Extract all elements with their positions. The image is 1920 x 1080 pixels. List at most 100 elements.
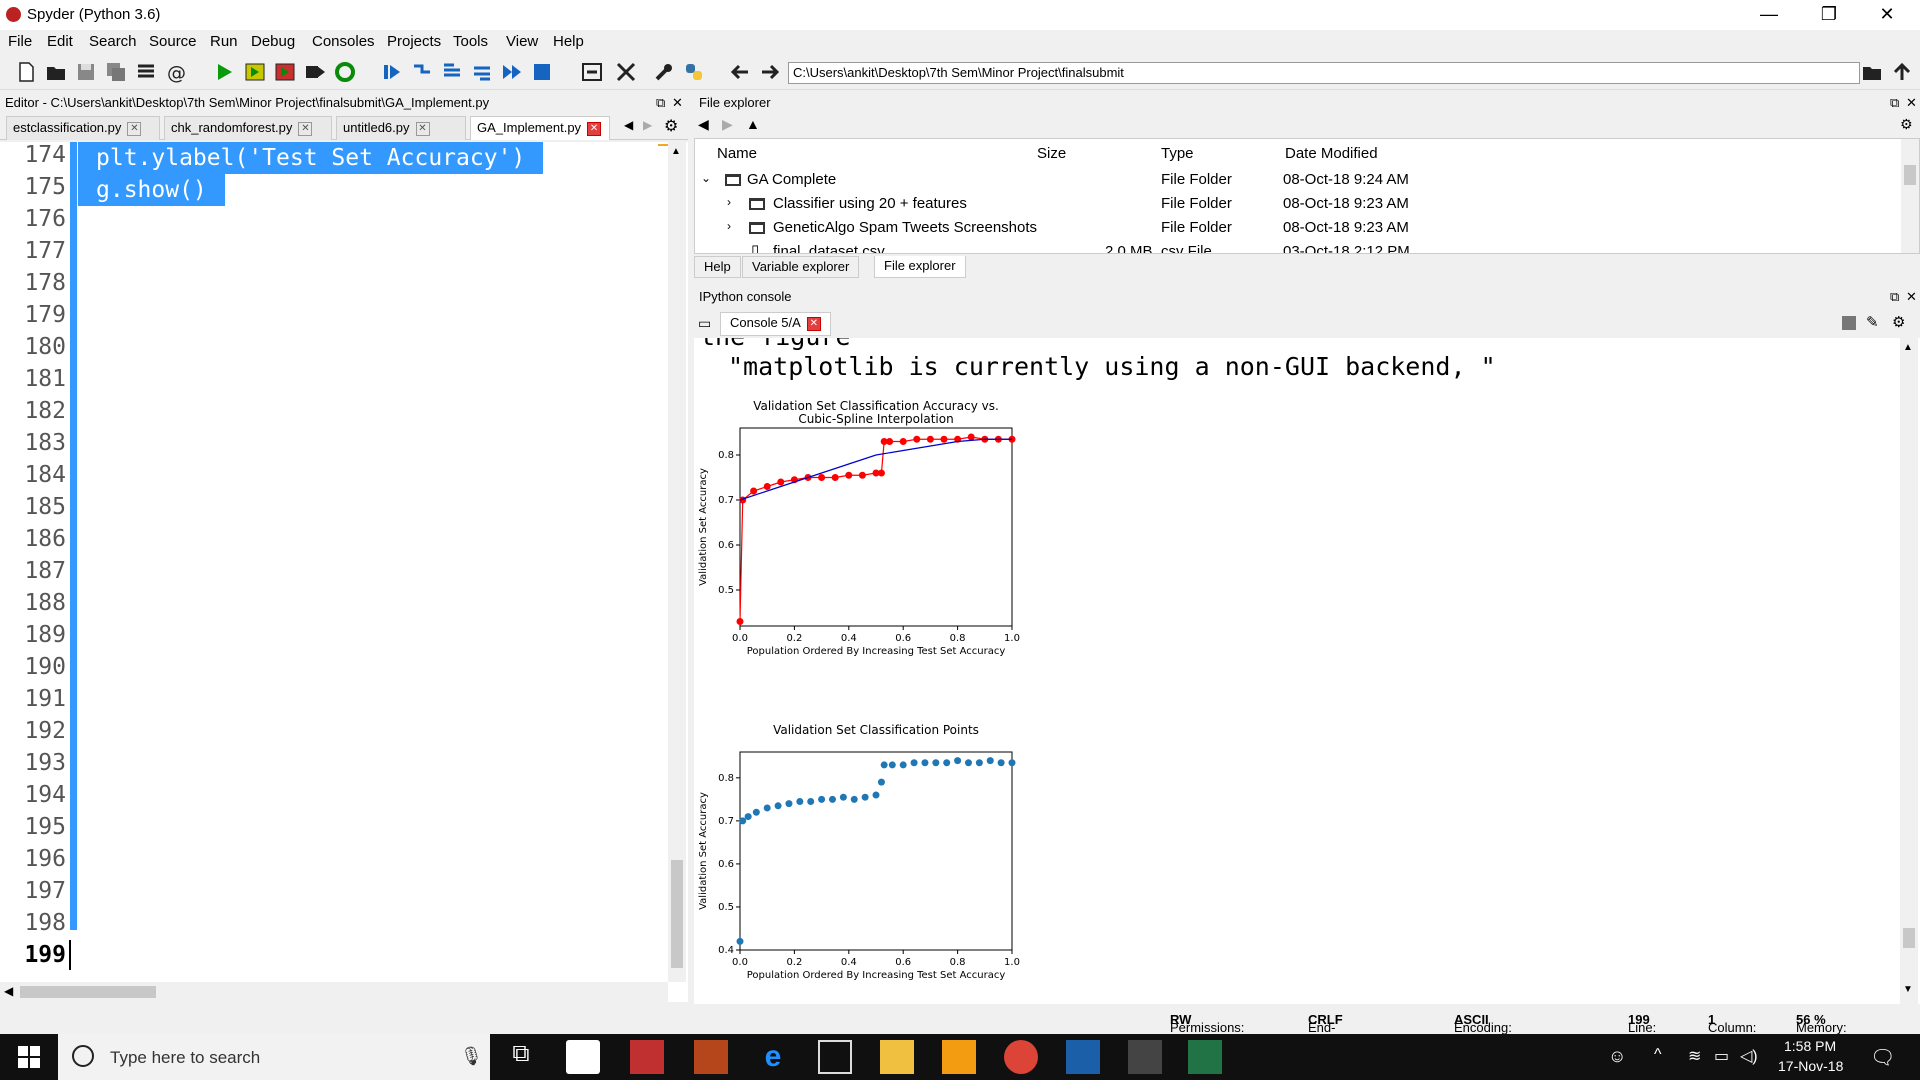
new-console-icon[interactable]: ▭	[698, 315, 711, 332]
windows-start-icon[interactable]	[18, 1046, 40, 1068]
chevron-up-icon[interactable]: ^	[1654, 1046, 1662, 1064]
working-directory-input[interactable]: C:\Users\ankit\Desktop\7th Sem\Minor Pro…	[788, 62, 1860, 84]
python-path-icon[interactable]	[682, 60, 706, 84]
open-folder-icon[interactable]	[44, 60, 68, 84]
wifi-icon[interactable]: ≋	[1688, 1046, 1701, 1066]
chevron-down-icon[interactable]: ⌄	[701, 171, 711, 185]
run-selection-icon[interactable]	[303, 60, 327, 84]
menu-consoles[interactable]: Consoles	[312, 33, 375, 50]
code-line[interactable]: g.show()	[78, 174, 225, 206]
excel-icon[interactable]	[1188, 1040, 1222, 1074]
options-gear-icon[interactable]: ⚙	[1900, 116, 1913, 133]
close-pane-icon[interactable]: ✕	[672, 95, 683, 111]
column-header-date[interactable]: Date Modified	[1285, 145, 1378, 162]
new-file-icon[interactable]	[14, 60, 38, 84]
stop-console-icon[interactable]	[1842, 316, 1856, 330]
battery-icon[interactable]: ▭	[1714, 1046, 1729, 1066]
forward-arrow-icon[interactable]	[758, 60, 782, 84]
column-header-type[interactable]: Type	[1161, 145, 1194, 162]
close-tab-icon[interactable]: ✕	[127, 121, 142, 136]
close-tab-icon[interactable]: ✕	[415, 121, 430, 136]
column-header-size[interactable]: Size	[1037, 145, 1066, 162]
tab-estclassification[interactable]: estclassification.py ✕	[6, 116, 160, 140]
spyder-taskbar-icon[interactable]	[1128, 1040, 1162, 1074]
microphone-icon[interactable]: 🎙	[460, 1046, 483, 1067]
menu-tools[interactable]: Tools	[453, 33, 488, 50]
app-icon[interactable]	[694, 1040, 728, 1074]
at-sign-icon[interactable]: @	[164, 60, 188, 84]
console-output[interactable]: the figure "matplotlib is currently usin…	[694, 338, 1920, 1004]
scrollbar-thumb[interactable]	[20, 986, 156, 998]
clear-console-icon[interactable]: ✎	[1866, 313, 1879, 331]
menu-projects[interactable]: Projects	[387, 33, 441, 50]
tab-console[interactable]: Console 5/A ✕	[720, 312, 831, 336]
back-icon[interactable]: ◀	[698, 116, 709, 133]
editor-horizontal-scrollbar[interactable]: ◀	[0, 982, 668, 1002]
scrollbar-thumb[interactable]	[1904, 165, 1916, 185]
tab-variable-explorer[interactable]: Variable explorer	[742, 256, 860, 278]
close-tab-icon[interactable]: ✕	[806, 316, 821, 331]
menu-help[interactable]: Help	[553, 33, 584, 50]
clock-time[interactable]: 1:58 PM	[1784, 1038, 1836, 1054]
options-gear-icon[interactable]: ⚙	[1892, 313, 1905, 331]
maximize-button[interactable]: ❐	[1800, 0, 1858, 30]
fullscreen-icon[interactable]	[614, 60, 638, 84]
scrollbar-thumb[interactable]	[1903, 928, 1915, 948]
tab-scroll-right-icon[interactable]: ▶	[643, 118, 652, 132]
save-icon[interactable]	[74, 60, 98, 84]
clock-date[interactable]: 17-Nov-18	[1778, 1058, 1843, 1074]
taskbar-search[interactable]: Type here to search 🎙	[58, 1034, 490, 1080]
rerun-icon[interactable]	[333, 60, 357, 84]
file-row[interactable]: ▯ final_dataset.csv 2.0 MB csv File 03-O…	[695, 241, 1895, 253]
scrollbar-thumb[interactable]	[671, 860, 683, 968]
chrome-icon[interactable]	[1004, 1040, 1038, 1074]
menu-edit[interactable]: Edit	[47, 33, 73, 50]
notifications-icon[interactable]: 🗨	[1870, 1045, 1895, 1070]
menu-search[interactable]: Search	[89, 33, 137, 50]
preferences-wrench-icon[interactable]	[652, 60, 676, 84]
calculator-icon[interactable]	[818, 1040, 852, 1074]
dev-cpp-icon[interactable]	[1066, 1040, 1100, 1074]
run-icon[interactable]	[212, 60, 236, 84]
scroll-down-icon[interactable]: ▼	[1903, 984, 1913, 995]
scroll-up-icon[interactable]: ▲	[1903, 342, 1913, 353]
close-pane-icon[interactable]: ✕	[1906, 289, 1917, 305]
code-line[interactable]: plt.ylabel('Test Set Accuracy')	[78, 142, 544, 174]
file-row[interactable]: ⌄ GA Complete File Folder 08-Oct-18 9:24…	[695, 169, 1895, 193]
close-tab-icon[interactable]: ✕	[298, 121, 313, 136]
forward-icon[interactable]: ▶	[722, 116, 733, 133]
parent-directory-icon[interactable]	[1890, 60, 1914, 84]
undock-icon[interactable]: ⧉	[1890, 95, 1899, 111]
volume-icon[interactable]: ◁)	[1740, 1046, 1758, 1066]
options-gear-icon[interactable]: ⚙	[664, 116, 678, 136]
step-into-icon[interactable]	[440, 60, 464, 84]
console-scrollbar[interactable]: ▲ ▼	[1900, 338, 1918, 1004]
minimize-button[interactable]: —	[1740, 0, 1798, 30]
chevron-right-icon[interactable]: ›	[727, 219, 731, 233]
maximize-pane-icon[interactable]	[580, 60, 604, 84]
tab-chk-randomforest[interactable]: chk_randomforest.py ✕	[164, 116, 332, 140]
debug-icon[interactable]	[380, 60, 404, 84]
step-return-icon[interactable]	[470, 60, 494, 84]
menu-source[interactable]: Source	[149, 33, 197, 50]
run-cell-advance-icon[interactable]	[273, 60, 297, 84]
chevron-right-icon[interactable]: ›	[727, 195, 731, 209]
continue-icon[interactable]	[500, 60, 524, 84]
menu-file[interactable]: File	[8, 33, 32, 50]
people-icon[interactable]: ☺	[1608, 1046, 1626, 1067]
file-row[interactable]: › Classifier using 20 + features File Fo…	[695, 193, 1895, 217]
app-icon[interactable]	[630, 1040, 664, 1074]
task-view-icon[interactable]: ⧉	[504, 1040, 538, 1074]
save-all-icon[interactable]	[104, 60, 128, 84]
close-tab-icon[interactable]: ✕	[587, 121, 602, 136]
menu-debug[interactable]: Debug	[251, 33, 295, 50]
file-list-scrollbar[interactable]	[1901, 139, 1919, 253]
scroll-left-icon[interactable]: ◀	[4, 984, 13, 998]
column-header-name[interactable]: Name	[717, 145, 757, 162]
tab-help[interactable]: Help	[694, 256, 741, 278]
close-pane-icon[interactable]: ✕	[1906, 95, 1917, 111]
stop-debug-icon[interactable]	[530, 60, 554, 84]
sublime-text-icon[interactable]	[942, 1040, 976, 1074]
menu-view[interactable]: View	[506, 33, 538, 50]
tab-ga-implement[interactable]: GA_Implement.py ✕	[470, 116, 610, 140]
